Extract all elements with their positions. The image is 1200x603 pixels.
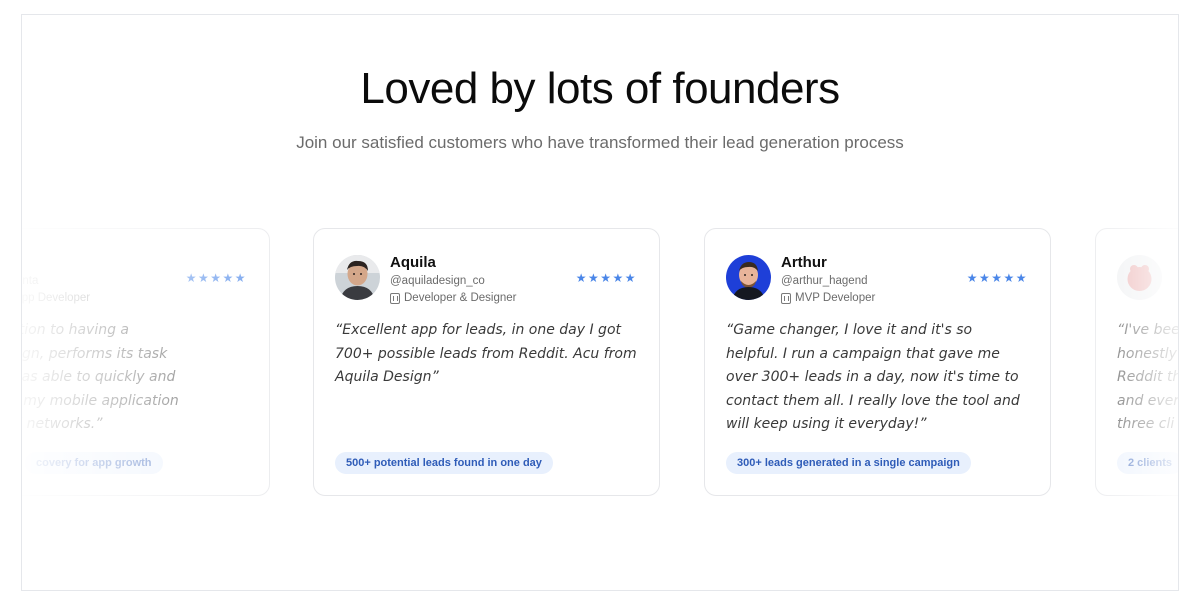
testimonial-role: Developer & Designer <box>390 292 517 304</box>
testimonial-handle: @arthur_hagend <box>781 275 868 287</box>
section-subheading: Join our satisfied customers who have tr… <box>296 133 904 152</box>
testimonial-badge: 300+ leads generated in a single campaig… <box>726 452 971 474</box>
rating-stars-icon: ★★★★★ <box>575 271 637 285</box>
testimonial-handle: ementa <box>22 275 39 287</box>
testimonial-card: ementa ile App Developer ★★★★★ an, in ad… <box>22 228 270 496</box>
testimonial-card: “I've bee honestly Reddit th and ever three … <box>1095 228 1178 496</box>
testimonial-name: Arthur <box>781 254 827 271</box>
testimonial-role: MVP Developer <box>781 292 875 304</box>
rating-stars-icon: ★★★★★ <box>966 271 1028 285</box>
testimonial-quote: “Game changer, I love it and it's so hel… <box>726 322 1020 432</box>
testimonial-badge: 2 clients <box>1117 452 1178 474</box>
top-divider <box>21 14 1179 15</box>
rating-stars-icon: ★★★★★ <box>185 271 247 285</box>
testimonial-carousel[interactable]: ementa ile App Developer ★★★★★ an, in ad… <box>22 228 1178 498</box>
testimonial-card: Arthur @arthur_hagend MVP Developer ★★★★… <box>704 228 1051 496</box>
testimonial-role: ile App Developer <box>22 292 91 304</box>
avatar <box>726 255 771 300</box>
testimonial-handle: @aquiladesign_co <box>390 275 485 287</box>
testimonial-quote: “Excellent app for leads, in one day I g… <box>335 322 637 385</box>
bottom-divider <box>21 590 1179 591</box>
testimonial-name: Aquila <box>390 254 436 271</box>
testimonial-badge: covery for app growth <box>25 452 163 474</box>
avatar <box>335 255 380 300</box>
building-icon <box>390 292 400 304</box>
testimonial-card: Aquila @aquiladesign_co Developer & Desi… <box>313 228 660 496</box>
building-icon <box>781 292 791 304</box>
testimonial-quote: “I've bee honestly Reddit th and ever three … <box>1117 322 1178 432</box>
avatar <box>1117 255 1162 300</box>
testimonial-quote: an, in addition to having af clear desig… <box>22 322 179 432</box>
section-heading: Loved by lots of founders <box>360 64 840 113</box>
testimonial-badge: 500+ potential leads found in one day <box>335 452 553 474</box>
